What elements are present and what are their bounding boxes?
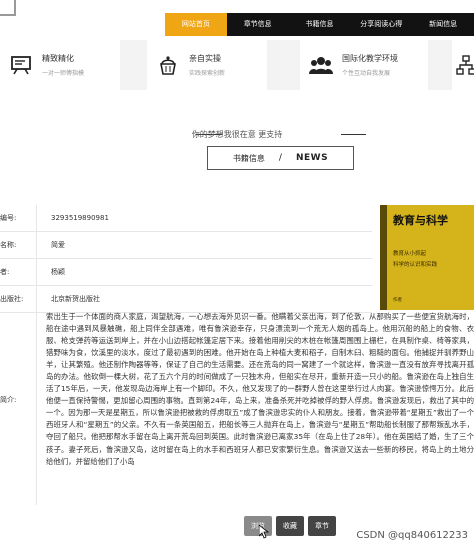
network-icon — [456, 52, 474, 78]
feature-subtitle: 实践探索创新 — [189, 70, 226, 77]
cover-footer: 作者 — [393, 298, 402, 303]
title-separator: / — [278, 153, 282, 163]
field-value: 北京新贺出版社 — [51, 295, 100, 303]
logo — [0, 0, 16, 16]
table-row: 者: 杨颖 — [0, 259, 372, 286]
feature-subtitle: 个性互动自我发展 — [342, 70, 391, 77]
field-label: 出版社: — [0, 295, 24, 303]
field-label: 编号: — [0, 214, 17, 222]
intro-text: 索出生于一个体面的商人家庭，渴望航海，一心想去海外见识一番。他瞒着父亲出海，到了… — [46, 312, 474, 466]
cover-line: 科学的认识和实践 — [393, 262, 438, 268]
nav-item-reading-notes[interactable]: 分享阅读心得 — [350, 13, 412, 36]
mouse-cursor-icon — [259, 525, 269, 539]
action-buttons: 浏览 收藏 章节 — [244, 516, 336, 536]
cover-text: 教育从小抓起 科学的认识和实践 — [393, 249, 473, 271]
cover-title: 教育与科学 — [393, 214, 448, 227]
section-title-cn: 书籍信息 — [232, 153, 265, 163]
book-detail-table: 编号: 3293519890981 名称: 简爱 者: 杨颖 出版社: 北京新贺… — [0, 205, 372, 313]
favorite-button[interactable]: 收藏 — [276, 516, 304, 536]
feature-card — [452, 40, 474, 90]
field-value: 3293519890981 — [51, 214, 109, 222]
cover-spine — [380, 205, 387, 310]
divider — [341, 134, 366, 135]
intro-label: 简介: — [0, 396, 17, 404]
field-label: 者: — [0, 268, 10, 276]
feature-card: 亲自实操 实践探索创新 — [147, 40, 267, 90]
main-nav: 网站首页 章节信息 书籍信息 分享阅读心得 新闻信息 — [165, 13, 474, 36]
top-bar: 网站首页 章节信息 书籍信息 分享阅读心得 新闻信息 — [0, 0, 474, 36]
feature-card: 精致精化 一对一师傅指模 — [0, 40, 120, 90]
section-subtitle-row: 你的梦想我很在意 更支持 — [0, 128, 474, 142]
nav-item-home[interactable]: 网站首页 — [165, 13, 227, 36]
section-subtitle: 你的梦想我很在意 更支持 — [191, 130, 283, 139]
feature-title: 国际化教学环境 — [342, 54, 398, 63]
field-label: 名称: — [0, 241, 17, 249]
cover-line: 教育从小抓起 — [393, 251, 427, 257]
feature-strip: 精致精化 一对一师傅指模 亲自实操 实践探索创新 国际化教学环境 个性互动自我发… — [0, 40, 474, 90]
nav-item-books[interactable]: 书籍信息 — [289, 13, 351, 36]
watermark: CSDN @qq840612233 — [356, 530, 468, 541]
nav-item-news[interactable]: 新闻信息 — [412, 13, 474, 36]
field-value: 简爱 — [51, 241, 65, 249]
feature-title: 精致精化 — [42, 54, 74, 63]
chapters-button[interactable]: 章节 — [308, 516, 336, 536]
section-title-box: 书籍信息 / NEWS — [207, 146, 354, 170]
table-row: 出版社: 北京新贺出版社 — [0, 286, 372, 313]
section-title-en: NEWS — [295, 153, 329, 163]
table-row: 编号: 3293519890981 — [0, 205, 372, 232]
table-row: 名称: 简爱 — [0, 232, 372, 259]
group-icon — [308, 52, 334, 78]
cake-icon — [155, 52, 181, 78]
intro-row: 简介: 索出生于一个体面的商人家庭，渴望航海，一心想去海外见识一番。他瞒着父亲出… — [0, 311, 474, 493]
field-value: 杨颖 — [51, 268, 65, 276]
feature-subtitle: 一对一师傅指模 — [42, 70, 85, 77]
nav-item-chapters[interactable]: 章节信息 — [227, 13, 289, 36]
feature-title: 亲自实操 — [189, 54, 221, 63]
board-icon — [8, 52, 34, 78]
feature-card: 国际化教学环境 个性互动自我发展 — [300, 40, 428, 90]
book-cover-image: 教育与科学 教育从小抓起 科学的认识和实践 作者 — [380, 205, 474, 310]
